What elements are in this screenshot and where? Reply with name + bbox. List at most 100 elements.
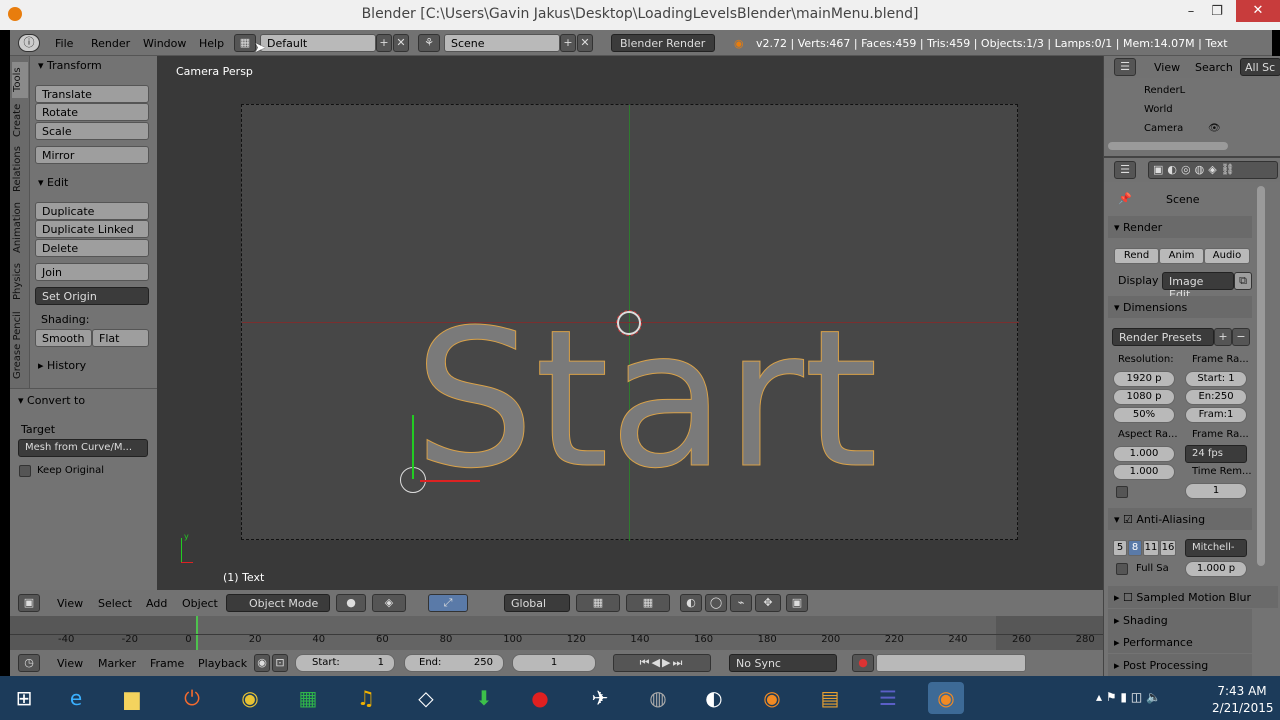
rotate-button[interactable]: Rotate bbox=[35, 103, 149, 121]
target-select[interactable]: Mesh from Curve/M... bbox=[18, 439, 148, 457]
remove-preset-button[interactable]: − bbox=[1232, 328, 1250, 346]
eclipse-icon[interactable]: ☰ bbox=[870, 682, 906, 714]
clock-time[interactable]: 7:43 AM bbox=[1212, 684, 1272, 698]
playback-menu[interactable]: Playback bbox=[198, 657, 247, 670]
frame-end-field[interactable]: En:250 bbox=[1185, 389, 1247, 405]
audio-button[interactable]: Audio bbox=[1204, 248, 1250, 264]
layers-icon[interactable]: ▦ bbox=[626, 594, 670, 612]
end-frame-field[interactable]: End: 250 bbox=[404, 654, 504, 672]
crop-checkbox[interactable] bbox=[1116, 486, 1128, 498]
view-menu[interactable]: View bbox=[57, 597, 83, 610]
join-button[interactable]: Join bbox=[35, 263, 149, 281]
visibility-eye-icon[interactable]: 👁 bbox=[1208, 123, 1221, 134]
object-menu[interactable]: Object bbox=[182, 597, 218, 610]
power-app-icon[interactable]: ⏻ bbox=[174, 682, 210, 714]
menu-file[interactable]: File bbox=[55, 37, 73, 50]
performance-panel-header[interactable]: ▸ Performance bbox=[1108, 631, 1252, 653]
add-menu[interactable]: Add bbox=[146, 597, 167, 610]
transform-panel-header[interactable]: ▾ Transform bbox=[38, 59, 102, 72]
render-window-icon[interactable]: ⧉ bbox=[1234, 272, 1252, 290]
record-icon[interactable]: ● bbox=[852, 654, 874, 672]
keying-set-field[interactable] bbox=[876, 654, 1026, 672]
timeline-view-menu[interactable]: View bbox=[57, 657, 83, 670]
outliner-view-menu[interactable]: View bbox=[1154, 61, 1180, 74]
fps-select[interactable]: 24 fps bbox=[1185, 445, 1247, 463]
preview-range-icon[interactable]: ◉ bbox=[254, 654, 270, 672]
resolution-percent-field[interactable]: 50% bbox=[1113, 407, 1175, 423]
download-app-icon[interactable]: ⬇ bbox=[466, 682, 502, 714]
editor-type-timeline-icon[interactable]: ◷ bbox=[18, 654, 40, 672]
manipulator-x-arrow-icon[interactable] bbox=[420, 480, 480, 482]
scene-field[interactable]: Scene bbox=[444, 34, 560, 52]
orientation-select[interactable]: Global bbox=[504, 594, 570, 612]
render-button[interactable]: Rend bbox=[1114, 248, 1159, 264]
shading-panel-header[interactable]: ▸ Shading bbox=[1108, 609, 1252, 631]
post-processing-panel-header[interactable]: ▸ Post Processing bbox=[1108, 654, 1252, 676]
marker-menu[interactable]: Marker bbox=[98, 657, 136, 670]
editor-type-properties-icon[interactable]: ☰ bbox=[1114, 161, 1136, 179]
render-engine-select[interactable]: Blender Render bbox=[611, 34, 715, 52]
minimize-button[interactable]: – bbox=[1180, 4, 1202, 24]
snap-icon[interactable]: ⌁ bbox=[730, 594, 752, 612]
tab-tools[interactable]: Tools bbox=[12, 62, 28, 98]
outliner-search-menu[interactable]: Search bbox=[1195, 61, 1233, 74]
properties-context-tabs[interactable]: ▣◐◎◍◈⛓ bbox=[1148, 161, 1278, 179]
text-object-start[interactable]: Start bbox=[413, 304, 878, 495]
frame-start-field[interactable]: Start: 1 bbox=[1185, 371, 1247, 387]
start-frame-field[interactable]: Start: 1 bbox=[295, 654, 395, 672]
dimensions-panel-header[interactable]: ▾ Dimensions bbox=[1108, 296, 1252, 318]
outliner-item-renderlayers[interactable]: RenderL bbox=[1144, 85, 1185, 96]
proportional-edit-icon[interactable]: ◯ bbox=[705, 594, 727, 612]
layers-icon[interactable]: ▦ bbox=[576, 594, 620, 612]
tab-relations[interactable]: Relations bbox=[12, 144, 28, 194]
maximize-button[interactable]: ❐ bbox=[1206, 4, 1228, 24]
menu-help[interactable]: Help bbox=[199, 37, 224, 50]
frame-menu[interactable]: Frame bbox=[150, 657, 184, 670]
chrome-icon[interactable]: ◉ bbox=[232, 682, 268, 714]
aa-samples-11[interactable]: 11 bbox=[1143, 540, 1159, 556]
add-scene-button[interactable]: + bbox=[560, 34, 576, 52]
set-origin-select[interactable]: Set Origin bbox=[35, 287, 149, 305]
smooth-button[interactable]: Smooth bbox=[35, 329, 92, 347]
add-preset-button[interactable]: + bbox=[1214, 328, 1232, 346]
viewport-shading-icon[interactable]: ● bbox=[336, 594, 366, 612]
tray-icons[interactable]: ▴ ⚑ ▮ ◫ 🔈 bbox=[1096, 690, 1161, 704]
aa-samples-5[interactable]: 5 bbox=[1113, 540, 1127, 556]
winrar-icon[interactable]: ▤ bbox=[812, 682, 848, 714]
scale-button[interactable]: Scale bbox=[35, 122, 149, 140]
editor-type-3d-icon[interactable]: ▣ bbox=[18, 594, 40, 612]
tab-physics[interactable]: Physics bbox=[12, 260, 28, 304]
headphones-app-icon[interactable]: ♫ bbox=[348, 682, 384, 714]
timeline[interactable]: -40 -20 0 20 40 60 80 100 120 140 160 180 200 220 240 2… bbox=[10, 616, 1103, 650]
outliner-item-world[interactable]: World bbox=[1144, 104, 1173, 115]
resolution-x-field[interactable]: 1920 p bbox=[1113, 371, 1175, 387]
current-frame-indicator[interactable] bbox=[196, 616, 198, 650]
render-presets-select[interactable]: Render Presets bbox=[1112, 328, 1214, 346]
flat-button[interactable]: Flat bbox=[92, 329, 149, 347]
excel-icon[interactable]: ▦ bbox=[290, 682, 326, 714]
history-panel-header[interactable]: ▸ History bbox=[38, 359, 86, 372]
display-select[interactable]: Image Edit bbox=[1162, 272, 1234, 301]
start-button-icon[interactable]: ⊞ bbox=[6, 682, 42, 714]
record-app-icon[interactable]: ● bbox=[522, 682, 558, 714]
outliner-scrollbar[interactable] bbox=[1108, 142, 1228, 150]
clock-date[interactable]: 2/21/2015 bbox=[1212, 701, 1274, 715]
filter-size-field[interactable]: 1.000 p bbox=[1185, 561, 1247, 577]
playback-controls[interactable]: ⏮◀▶⏭ bbox=[613, 654, 711, 672]
keep-original-checkbox[interactable] bbox=[19, 465, 31, 477]
tab-animation[interactable]: Animation bbox=[12, 200, 28, 256]
outliner-item-camera[interactable]: Camera bbox=[1144, 123, 1183, 134]
duplicate-linked-button[interactable]: Duplicate Linked bbox=[35, 220, 149, 238]
snap-element-icon[interactable]: ✥ bbox=[755, 594, 781, 612]
time-remap-field[interactable]: 1 bbox=[1185, 483, 1247, 499]
unity-icon[interactable]: ◇ bbox=[408, 682, 444, 714]
anti-aliasing-panel-header[interactable]: ▾ ☑ Anti-Aliasing bbox=[1108, 508, 1252, 530]
render-panel-header[interactable]: ▾ Render bbox=[1108, 216, 1252, 238]
add-screen-button[interactable]: + bbox=[376, 34, 392, 52]
tab-create[interactable]: Create bbox=[12, 100, 28, 140]
mirror-button[interactable]: Mirror bbox=[35, 146, 149, 164]
aa-filter-select[interactable]: Mitchell- bbox=[1185, 539, 1247, 557]
file-explorer-icon[interactable]: ▆ bbox=[114, 682, 150, 714]
editor-type-outliner-icon[interactable]: ☰ bbox=[1114, 58, 1136, 76]
resolution-y-field[interactable]: 1080 p bbox=[1113, 389, 1175, 405]
